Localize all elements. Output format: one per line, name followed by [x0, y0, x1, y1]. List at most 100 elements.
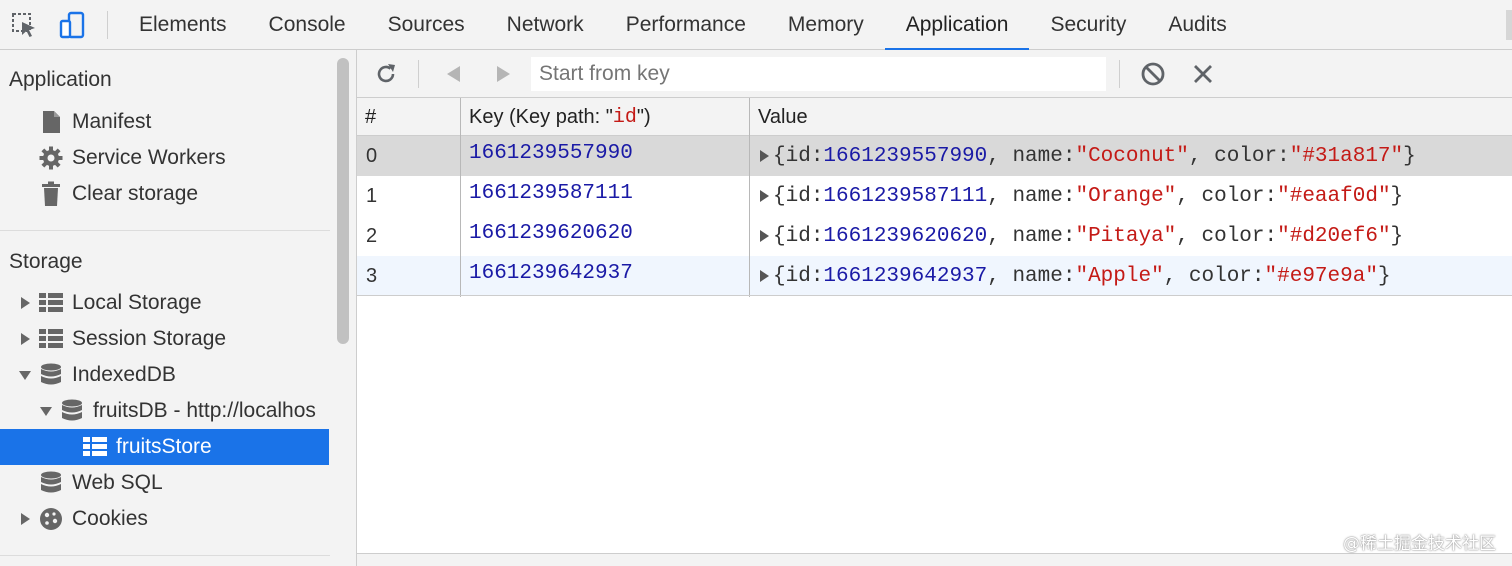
sidebar-item-local-storage[interactable]: Local Storage: [16, 285, 202, 321]
expand-value-icon[interactable]: [760, 150, 769, 162]
collapse-arrow-icon[interactable]: [16, 357, 34, 393]
panel-tabs: Elements Console Sources Network Perform…: [118, 0, 1248, 51]
sidebar-item-label: Clear storage: [72, 182, 199, 205]
tab-memory[interactable]: Memory: [767, 0, 885, 50]
start-from-key-input[interactable]: [531, 57, 1106, 91]
object-store-view: # Key (Key path: "id") Value 0 166123955…: [357, 50, 1512, 566]
expand-value-icon[interactable]: [760, 230, 769, 242]
value-token: id:: [785, 184, 824, 208]
value-id: 1661239587111: [823, 184, 988, 208]
toolbar-divider: [107, 11, 108, 39]
row-value[interactable]: {id: 1661239642937, name: "Apple", color…: [760, 256, 1391, 296]
row-index: 1: [366, 184, 378, 207]
value-token: }: [1403, 144, 1416, 168]
expand-arrow-icon[interactable]: [16, 501, 34, 537]
tab-console[interactable]: Console: [248, 0, 367, 50]
value-id: 1661239642937: [823, 264, 988, 288]
toolbar-divider: [418, 60, 419, 88]
column-header-index[interactable]: #: [357, 98, 460, 136]
value-token: {: [773, 184, 786, 208]
column-header-key[interactable]: Key (Key path: " id "): [461, 98, 749, 136]
sidebar-item-label: Cookies: [72, 507, 148, 530]
table-row[interactable]: 3 1661239642937 {id: 1661239642937, name…: [357, 256, 1512, 296]
table-row[interactable]: 0 1661239557990 {id: 1661239557990, name…: [357, 136, 1512, 176]
collapse-arrow-icon[interactable]: [37, 393, 55, 429]
value-id: 1661239620620: [823, 224, 988, 248]
value-color: "#d20ef6": [1277, 224, 1391, 248]
row-key: 1661239620620: [469, 221, 633, 245]
value-token: }: [1390, 184, 1404, 208]
row-key: 1661239587111: [469, 181, 633, 205]
value-name: "Apple": [1075, 264, 1164, 288]
value-token: }: [1377, 264, 1391, 288]
sidebar-item-fruitsstore[interactable]: fruitsStore: [0, 429, 329, 465]
row-index: 2: [366, 224, 378, 247]
application-sidebar: Application Manifest Service Workers Cle…: [0, 50, 330, 566]
tab-elements[interactable]: Elements: [118, 0, 248, 50]
sidebar-item-session-storage[interactable]: Session Storage: [16, 321, 226, 357]
table-row[interactable]: 1 1661239587111 {id: 1661239587111, name…: [357, 176, 1512, 216]
row-value[interactable]: {id: 1661239620620, name: "Pitaya", colo…: [760, 216, 1403, 256]
sidebar-item-label: Service Workers: [72, 146, 226, 169]
table-row[interactable]: 2 1661239620620 {id: 1661239620620, name…: [357, 216, 1512, 256]
sidebar-item-clear-storage[interactable]: Clear storage: [38, 176, 198, 212]
value-token: , color:: [1163, 264, 1265, 288]
inspect-element-icon[interactable]: [8, 9, 40, 41]
sidebar-item-label: Local Storage: [72, 291, 202, 314]
tab-sources[interactable]: Sources: [367, 0, 486, 50]
watermark: @稀土掘金技术社区: [1343, 534, 1496, 554]
clear-object-store-icon[interactable]: [1137, 58, 1169, 90]
value-token: id:: [785, 264, 824, 288]
column-header-value[interactable]: Value: [750, 98, 808, 136]
sidebar-item-fruitsdb[interactable]: fruitsDB - http://localhos: [37, 393, 316, 429]
toolbar-divider: [1119, 60, 1120, 88]
row-value[interactable]: {id: 1661239587111, name: "Orange", colo…: [760, 176, 1403, 216]
sidebar-item-label: fruitsDB - http://localhos: [93, 399, 316, 422]
value-id: 1661239557990: [823, 144, 988, 168]
grid-icon: [82, 434, 108, 460]
grid-icon: [38, 290, 64, 316]
expand-value-icon[interactable]: [760, 190, 769, 202]
object-store-toolbar: [357, 50, 1512, 98]
tab-network[interactable]: Network: [486, 0, 605, 50]
column-divider[interactable]: [460, 98, 461, 297]
sidebar-scrollbar[interactable]: [330, 50, 357, 566]
next-icon[interactable]: [487, 58, 519, 90]
refresh-icon[interactable]: [370, 58, 402, 90]
trash-icon: [38, 181, 64, 207]
database-icon: [38, 362, 64, 388]
database-icon: [38, 470, 64, 496]
value-token: }: [1390, 224, 1404, 248]
sidebar-item-cookies[interactable]: Cookies: [16, 501, 148, 537]
sidebar-item-service-workers[interactable]: Service Workers: [38, 140, 226, 176]
row-value[interactable]: {id: 1661239557990, name: "Coconut", col…: [760, 136, 1416, 176]
database-icon: [59, 398, 85, 424]
sidebar-item-label: IndexedDB: [72, 363, 176, 386]
expand-value-icon[interactable]: [760, 270, 769, 282]
delete-selected-icon[interactable]: [1187, 58, 1219, 90]
sidebar-item-indexeddb[interactable]: IndexedDB: [16, 357, 176, 393]
value-name: "Pitaya": [1075, 224, 1177, 248]
value-token: , color:: [1176, 184, 1278, 208]
value-token: {: [773, 144, 786, 168]
sidebar-item-label: Manifest: [72, 110, 152, 133]
sidebar-item-label: Session Storage: [72, 327, 227, 350]
table-header: # Key (Key path: " id ") Value: [357, 98, 1512, 136]
sidebar-item-label: Web SQL: [72, 471, 163, 494]
scrollbar-thumb[interactable]: [337, 58, 349, 344]
tab-security[interactable]: Security: [1029, 0, 1147, 50]
more-tabs-handle[interactable]: [1506, 10, 1512, 40]
tab-application[interactable]: Application: [884, 0, 1030, 51]
device-toolbar-icon[interactable]: [56, 9, 88, 41]
tab-audits[interactable]: Audits: [1147, 0, 1247, 50]
tab-performance[interactable]: Performance: [605, 0, 767, 50]
expand-arrow-icon[interactable]: [16, 321, 34, 357]
sidebar-item-manifest[interactable]: Manifest: [38, 104, 151, 140]
header-label: "): [636, 105, 651, 128]
previous-icon[interactable]: [438, 58, 470, 90]
column-divider[interactable]: [749, 98, 750, 297]
expand-arrow-icon[interactable]: [16, 285, 34, 321]
sidebar-divider: [0, 555, 330, 556]
value-token: {: [773, 224, 786, 248]
sidebar-item-web-sql[interactable]: Web SQL: [38, 465, 163, 501]
